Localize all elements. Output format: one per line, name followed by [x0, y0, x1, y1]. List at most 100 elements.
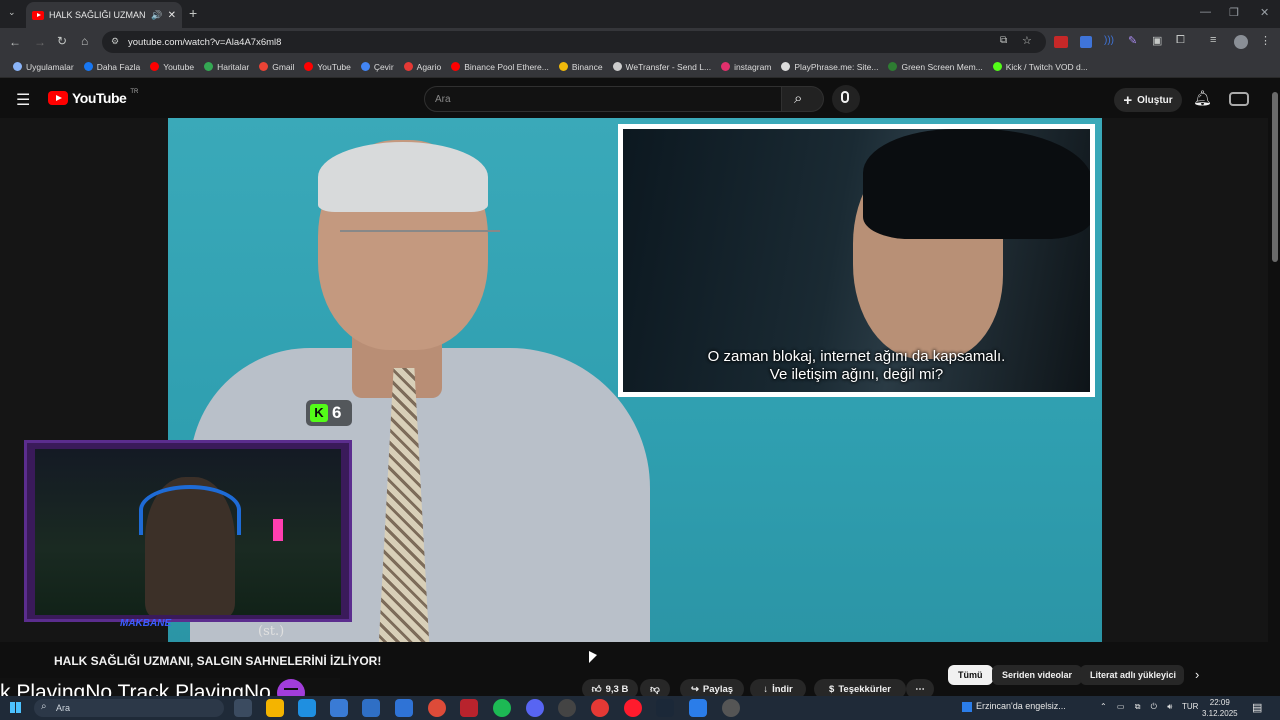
bookmark-item[interactable]: WeTransfer - Send L...: [608, 62, 717, 72]
install-app-icon[interactable]: ⧉: [1000, 35, 1007, 46]
bookmark-item[interactable]: PlayPhrase.me: Site...: [776, 62, 883, 72]
kick-badge: K 6: [306, 400, 352, 426]
taskbar-search-icon: ⌕: [41, 701, 47, 712]
profile-avatar[interactable]: [1234, 35, 1248, 49]
notifications-bell-icon[interactable]: 🔔︎: [1193, 89, 1212, 107]
bookmark-label: Uygulamalar: [26, 61, 74, 72]
discord-icon[interactable]: [526, 699, 544, 717]
youtube-icon: [150, 62, 160, 71]
headset-icon: [139, 485, 241, 535]
bookmark-item[interactable]: Çevir: [356, 62, 399, 72]
windows-start-icon[interactable]: [10, 702, 21, 713]
app-gray-icon[interactable]: [722, 699, 740, 717]
apps-grid-icon: [13, 62, 22, 71]
taskbar-language[interactable]: TUR: [1182, 702, 1198, 711]
forward-arrow-icon[interactable]: →: [34, 35, 46, 49]
page-scrollbar[interactable]: [1270, 82, 1280, 696]
extension-picture-icon[interactable]: ▣: [1152, 34, 1162, 47]
store-icon[interactable]: [330, 699, 348, 717]
taskbar-search[interactable]: ⌕ Ara: [34, 699, 224, 717]
video-player[interactable]: O zaman blokaj, internet ağını da kapsam…: [0, 118, 1268, 642]
search-button[interactable]: ⌕: [782, 86, 824, 112]
bookmark-label: Agario: [416, 61, 442, 72]
battlenet-icon[interactable]: [689, 699, 707, 717]
taskbar-weather[interactable]: Erzincan'da engelsiz...: [976, 701, 1066, 711]
bookmark-item[interactable]: Youtube: [145, 62, 199, 72]
chip-series-videos[interactable]: Seriden videolar: [992, 665, 1083, 685]
browser-menu-icon[interactable]: ⋮: [1260, 34, 1271, 47]
bookmarks-bar: Uygulamalar Daha Fazla Youtube Haritalar Gma…: [0, 56, 1280, 78]
taskbar-clock[interactable]: 22:09 3.12.2025: [1202, 697, 1238, 719]
obs-icon[interactable]: [558, 699, 576, 717]
scrollbar-thumb[interactable]: [1272, 92, 1278, 262]
file-explorer-icon[interactable]: [266, 699, 284, 717]
site-info-icon[interactable]: ⚙: [111, 36, 119, 47]
bookmark-item[interactable]: Agario: [399, 62, 447, 72]
chip-all[interactable]: Tümü: [948, 665, 993, 685]
edge-icon[interactable]: [298, 699, 316, 717]
new-tab-plus-icon[interactable]: +: [189, 5, 197, 21]
chip-uploader[interactable]: Literat adlı yükleyici: [1080, 665, 1184, 685]
movie-clip-inset: O zaman blokaj, internet ağını da kapsam…: [618, 124, 1095, 397]
tab-search-chevron-icon[interactable]: ⌄: [8, 7, 16, 18]
bookmark-item[interactable]: Green Screen Mem...: [883, 62, 987, 72]
weather-icon[interactable]: [962, 702, 972, 712]
kick-logo-icon: K: [310, 404, 328, 422]
country-code: TR: [130, 89, 139, 95]
extension-new-icon[interactable]: [1054, 36, 1068, 48]
movie-subtitle: O zaman blokaj, internet ağını da kapsam…: [623, 348, 1090, 384]
window-close-icon[interactable]: ✕: [1260, 6, 1269, 19]
chrome-icon[interactable]: [428, 699, 446, 717]
address-bar[interactable]: ⚙ youtube.com/watch?v=Ala4A7x6ml8 ⧉ ☆: [102, 31, 1046, 53]
extension-wave-icon[interactable]: ))): [1104, 35, 1114, 46]
search-icon: ⌕: [794, 90, 803, 107]
bookmark-item[interactable]: Gmail: [254, 62, 299, 72]
home-icon[interactable]: ⌂: [81, 34, 88, 48]
bookmark-item[interactable]: instagram: [716, 62, 776, 72]
app-red-icon[interactable]: [591, 699, 609, 717]
bookmark-item[interactable]: Daha Fazla: [79, 62, 145, 72]
bookmark-item[interactable]: YouTube: [299, 62, 355, 72]
chips-next-chevron-icon[interactable]: ›: [1195, 667, 1199, 682]
window-minimize-icon[interactable]: —: [1200, 6, 1211, 18]
reload-icon[interactable]: ↻: [57, 34, 67, 48]
instagram-icon: [721, 62, 731, 71]
meister-icon[interactable]: [460, 699, 478, 717]
outlook-icon[interactable]: [395, 699, 413, 717]
reading-list-icon[interactable]: ≡: [1210, 34, 1216, 46]
account-avatar[interactable]: [1229, 92, 1249, 106]
wetransfer-icon: [612, 62, 622, 71]
opera-icon[interactable]: [624, 699, 642, 717]
spotify-taskbar-icon[interactable]: [493, 699, 511, 717]
extension-pen-icon[interactable]: ✎: [1128, 34, 1137, 47]
bookmark-item[interactable]: Binance Pool Ethere...: [446, 62, 554, 72]
tab-close-icon[interactable]: ✕: [168, 10, 176, 21]
search-placeholder: Ara: [435, 93, 451, 105]
extension-translate-icon[interactable]: [1080, 36, 1092, 48]
hamburger-menu-icon[interactable]: ☰: [16, 90, 30, 110]
download-label: İndir: [772, 683, 793, 695]
notification-center-icon[interactable]: ▤: [1252, 701, 1262, 714]
tab-title: HALK SAĞLIĞI UZMANI, SA: [49, 10, 146, 20]
extensions-puzzle-icon[interactable]: ⧠: [1176, 34, 1185, 47]
bookmark-item[interactable]: Binance: [554, 62, 608, 72]
youtube-logo[interactable]: YouTube TR: [48, 89, 139, 106]
tab-audio-icon[interactable]: 🔊: [151, 10, 162, 21]
task-view-icon[interactable]: [234, 699, 252, 717]
bookmark-item[interactable]: Haritalar: [199, 62, 254, 72]
search-input[interactable]: Ara: [424, 86, 782, 112]
steam-icon[interactable]: [656, 699, 674, 717]
bookmark-label: Binance Pool Ethere...: [464, 61, 549, 72]
bookmark-label: instagram: [734, 61, 772, 72]
back-arrow-icon[interactable]: ←: [9, 35, 21, 49]
download-arrow-icon: ↓: [763, 683, 769, 695]
calendar-icon[interactable]: [362, 699, 380, 717]
bookmark-star-icon[interactable]: ☆: [1022, 34, 1032, 47]
bookmark-item[interactable]: Kick / Twitch VOD d...: [988, 62, 1093, 72]
window-restore-icon[interactable]: ❐: [1229, 6, 1239, 19]
tab-active[interactable]: HALK SAĞLIĞI UZMANI, SA 🔊 ✕: [26, 2, 182, 28]
system-tray-icons[interactable]: ⌃ ▭ ⧉ ⏻ 🔊︎: [1100, 702, 1176, 712]
voice-search-button[interactable]: [832, 85, 860, 113]
bookmark-item[interactable]: Uygulamalar: [8, 62, 79, 72]
create-button[interactable]: + Oluştur: [1114, 88, 1182, 112]
